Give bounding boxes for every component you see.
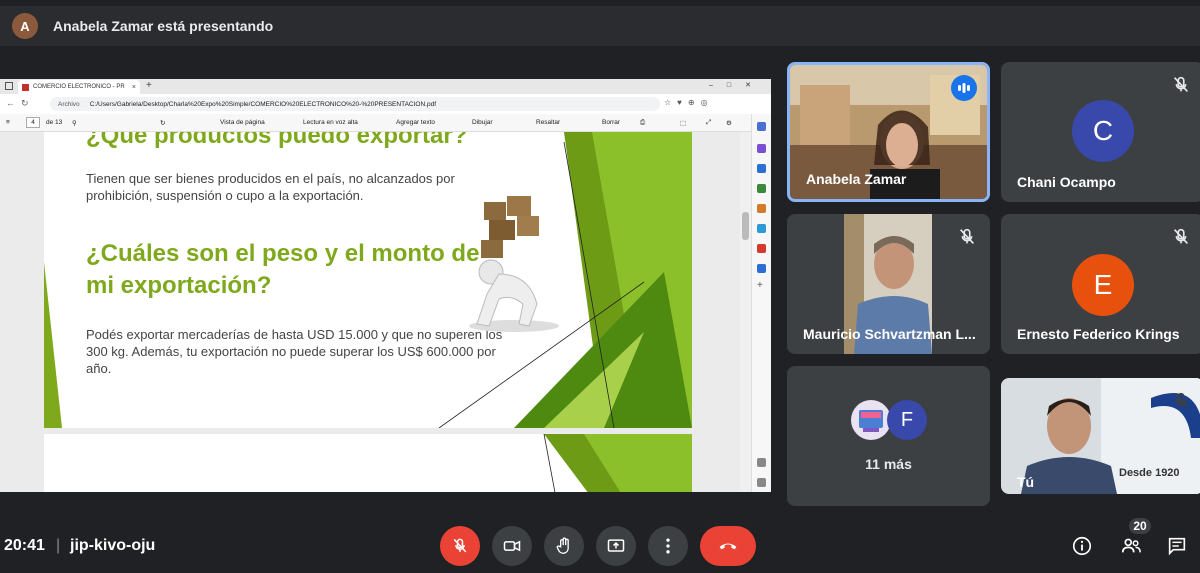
slide-paragraph-2: Podés exportar mercaderías de hasta USD … bbox=[86, 327, 503, 376]
camera-icon bbox=[503, 540, 521, 552]
erase-button[interactable]: Borrar bbox=[602, 119, 620, 126]
presenter-avatar: A bbox=[12, 13, 38, 39]
sidebar-search-icon[interactable] bbox=[757, 122, 766, 131]
new-tab-button[interactable]: + bbox=[146, 80, 152, 91]
meeting-info-icon[interactable] bbox=[1071, 535, 1093, 557]
next-slide-page bbox=[44, 434, 692, 492]
more-vert-icon bbox=[666, 538, 670, 554]
sidebar-outlook-icon[interactable] bbox=[757, 264, 766, 273]
separator: | bbox=[56, 537, 61, 554]
meeting-code: jip-kivo-oju bbox=[70, 537, 156, 554]
slide-heading-2: ¿Cuáles son el peso y el monto de mi exp… bbox=[86, 240, 480, 299]
chat-icon[interactable] bbox=[1166, 535, 1188, 557]
sidebar-shopping-icon[interactable] bbox=[757, 164, 766, 173]
tab-title: COMERCIO ELECTRONICO - PR bbox=[33, 84, 125, 90]
sidebar-games-icon[interactable] bbox=[757, 204, 766, 213]
tile-you[interactable]: Desde 1920 Tú bbox=[1001, 378, 1200, 494]
mic-off-icon bbox=[1173, 76, 1189, 92]
slide-page: ¿Qué productos puedo exportar? Tienen qu… bbox=[44, 132, 692, 428]
meet-window: A Anabela Zamar está presentando COMERCI… bbox=[0, 0, 1200, 573]
hand-icon bbox=[556, 537, 569, 554]
tile-mauricio[interactable]: Mauricio Schvartzman L... bbox=[787, 214, 990, 354]
sidebar-tools-icon[interactable] bbox=[757, 184, 766, 193]
mic-off-icon bbox=[1173, 228, 1189, 244]
pdf-toolbar: ≡ 4 de 13 ⚲ ↻ Vista de página Lectura en… bbox=[0, 114, 771, 132]
camera-toggle-button[interactable] bbox=[492, 526, 532, 566]
mic-toggle-button[interactable] bbox=[440, 526, 480, 566]
sidebar-m365-icon[interactable] bbox=[757, 224, 766, 233]
speaking-indicator-icon bbox=[951, 75, 977, 101]
svg-text:Desde 1920: Desde 1920 bbox=[1119, 467, 1180, 479]
slide-paragraph-1: Tienen que ser bienes producidos en el p… bbox=[86, 171, 455, 203]
tile-ernesto[interactable]: E Ernesto Federico Krings bbox=[1001, 214, 1200, 354]
tab-close-icon[interactable]: × bbox=[132, 84, 136, 91]
browser-tab[interactable]: COMERCIO ELECTRONICO - PR × bbox=[18, 80, 140, 94]
participant-avatar: E bbox=[1072, 254, 1134, 316]
participant-f-avatar: F bbox=[887, 400, 927, 440]
save-icon[interactable]: ⬚ bbox=[680, 119, 686, 127]
participant-name: Tú bbox=[1017, 474, 1035, 490]
pdf-icon bbox=[22, 83, 29, 91]
present-icon bbox=[607, 539, 625, 552]
mic-off-icon bbox=[453, 538, 467, 553]
page-number-input[interactable]: 4 bbox=[26, 117, 40, 128]
figure-carrying-boxes-image bbox=[469, 196, 559, 332]
read-aloud-button[interactable]: Lectura en voz alta bbox=[303, 119, 358, 126]
participant-thumb-avatar bbox=[851, 400, 891, 440]
expand-icon[interactable]: ⤢ bbox=[706, 119, 711, 127]
shared-screen: COMERCIO ELECTRONICO - PR × + –□✕ ←↻ Arc… bbox=[0, 79, 771, 492]
sidebar-office-icon[interactable] bbox=[757, 244, 766, 253]
participant-name: Ernesto Federico Krings bbox=[1017, 326, 1180, 342]
tile-anabela[interactable]: Anabela Zamar bbox=[787, 62, 990, 202]
highlight-button[interactable]: Resaltar bbox=[536, 119, 560, 126]
nav-icons[interactable]: ←↻ bbox=[6, 98, 35, 109]
browser-action-icons[interactable]: ☆♥⊕◎ bbox=[664, 98, 714, 107]
address-bar: ←↻ Archivo C:/Users/Gabriela/Desktop/Cha… bbox=[0, 94, 771, 114]
raise-hand-button[interactable] bbox=[544, 526, 584, 566]
tile-more-participants[interactable]: F 11 más bbox=[787, 366, 990, 506]
participant-name: Anabela Zamar bbox=[806, 171, 907, 187]
next-slide-graphic bbox=[543, 434, 692, 492]
tile-chani[interactable]: C Chani Ocampo bbox=[1001, 62, 1200, 202]
more-participants-label: 11 más bbox=[865, 456, 912, 472]
mic-off-icon bbox=[1173, 392, 1189, 408]
contents-icon[interactable]: ≡ bbox=[6, 119, 10, 126]
presenter-text: Anabela Zamar está presentando bbox=[53, 18, 274, 34]
rotate-icon[interactable]: ↻ bbox=[160, 119, 165, 127]
settings-gear-icon[interactable]: ⚙ bbox=[726, 119, 732, 127]
print-icon[interactable]: ⎙ bbox=[640, 119, 645, 127]
participant-avatar: C bbox=[1072, 100, 1134, 162]
more-options-button[interactable] bbox=[648, 526, 688, 566]
url-text: C:/Users/Gabriela/Desktop/Charla%20Expo%… bbox=[89, 100, 436, 108]
pdf-document-area[interactable]: ¿Qué productos puedo exportar? Tienen qu… bbox=[0, 132, 751, 492]
url-field[interactable]: Archivo C:/Users/Gabriela/Desktop/Charla… bbox=[50, 97, 660, 111]
tab-actions-icon[interactable] bbox=[5, 82, 13, 90]
pdf-scrollbar[interactable] bbox=[740, 132, 751, 492]
participant-count-badge: 20 bbox=[1129, 518, 1151, 534]
leave-call-button[interactable] bbox=[700, 526, 756, 566]
clock: 20:41 bbox=[4, 537, 45, 554]
page-view-button[interactable]: Vista de página bbox=[220, 119, 265, 126]
add-text-button[interactable]: Agregar texto bbox=[396, 119, 435, 126]
mic-off-icon bbox=[959, 228, 975, 244]
sidebar-add-icon[interactable]: + bbox=[757, 280, 763, 291]
page-total: de 13 bbox=[46, 119, 63, 126]
sidebar-settings-icon[interactable] bbox=[757, 478, 766, 487]
address-label: Archivo bbox=[58, 100, 80, 108]
people-icon[interactable] bbox=[1119, 535, 1143, 557]
browser-sidebar: + bbox=[751, 114, 771, 492]
slide-title-top: ¿Qué productos puedo exportar? bbox=[86, 132, 468, 149]
participant-name: Mauricio Schvartzman L... bbox=[803, 326, 976, 342]
participant-name: Chani Ocampo bbox=[1017, 174, 1116, 190]
window-controls[interactable]: –□✕ bbox=[709, 81, 765, 89]
sidebar-split-icon[interactable] bbox=[757, 458, 766, 467]
hang-up-icon bbox=[719, 543, 737, 550]
sidebar-copilot-icon[interactable] bbox=[757, 144, 766, 153]
present-screen-button[interactable] bbox=[596, 526, 636, 566]
search-icon[interactable]: ⚲ bbox=[72, 119, 77, 127]
browser-tabbar: COMERCIO ELECTRONICO - PR × + –□✕ bbox=[0, 79, 771, 94]
presenter-banner: A Anabela Zamar está presentando bbox=[0, 6, 1200, 46]
draw-button[interactable]: Dibujar bbox=[472, 119, 493, 126]
pdf-scroll-thumb[interactable] bbox=[742, 212, 749, 240]
